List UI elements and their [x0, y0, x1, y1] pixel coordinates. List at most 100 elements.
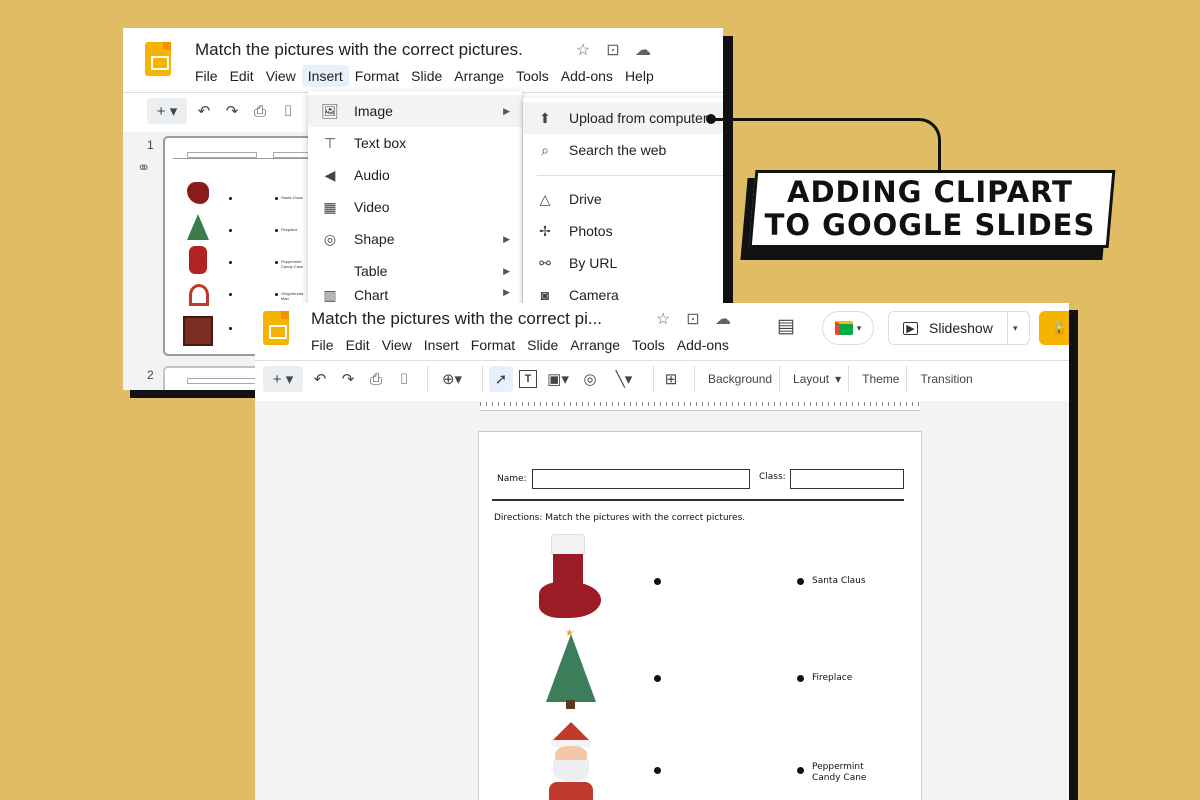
- doc-title[interactable]: Match the pictures with the correct pict…: [195, 40, 523, 60]
- meet-icon: [834, 321, 853, 335]
- transition-button[interactable]: Transition: [913, 366, 979, 392]
- divider: [255, 360, 1069, 361]
- submenu-photos[interactable]: ✢ Photos: [523, 215, 723, 247]
- star-icon[interactable]: ☆: [575, 40, 591, 60]
- menu-slide[interactable]: Slide: [521, 334, 564, 356]
- menu-format[interactable]: Format: [349, 65, 405, 87]
- name-field[interactable]: [532, 469, 750, 489]
- upload-icon: ⬆: [539, 109, 551, 126]
- menu-item-image[interactable]: 🖼 Image ▶: [308, 95, 522, 127]
- photos-icon: ✢: [539, 222, 551, 239]
- print-icon[interactable]: ⎙: [365, 366, 387, 392]
- link-chain-icon: ⚭: [137, 160, 151, 177]
- menu-edit[interactable]: Edit: [224, 65, 260, 87]
- star-icon[interactable]: ☆: [655, 309, 671, 329]
- paint-format-icon[interactable]: ⌷: [277, 98, 299, 124]
- christmas-tree-clipart[interactable]: ★: [545, 628, 597, 710]
- slideshow-button[interactable]: ▶ Slideshow ▾: [888, 311, 1030, 345]
- background-button[interactable]: Background: [701, 366, 781, 392]
- menu-item-shape[interactable]: ◎ Shape ▶: [308, 223, 522, 255]
- menu-tools[interactable]: Tools: [510, 65, 555, 87]
- print-icon[interactable]: ⎙: [249, 98, 271, 124]
- add-comment-icon[interactable]: ⊞: [660, 366, 682, 392]
- share-button[interactable]: 🔒: [1039, 311, 1069, 345]
- cloud-status-icon[interactable]: ☁: [715, 309, 731, 329]
- drive-icon: △: [539, 190, 551, 207]
- menu-item-table[interactable]: Table ▶: [308, 255, 522, 287]
- callout-title: ADDING CLIPART TO GOOGLE SLIDES: [760, 176, 1100, 242]
- match-dot-left[interactable]: [654, 767, 661, 774]
- comments-icon[interactable]: ▤: [777, 315, 795, 338]
- slides-logo-icon[interactable]: [263, 311, 289, 345]
- image-icon[interactable]: ▣▾: [543, 366, 573, 392]
- move-folder-icon[interactable]: ⊡: [605, 40, 621, 60]
- redo-icon[interactable]: ↷: [221, 98, 243, 124]
- toolbar-divider: [427, 366, 428, 392]
- new-slide-button[interactable]: + ▾: [263, 366, 303, 392]
- menu-item-video[interactable]: ▦ Video: [308, 191, 522, 223]
- match-dot-left[interactable]: [654, 675, 661, 682]
- match-dot-right[interactable]: [797, 767, 804, 774]
- horizontal-ruler[interactable]: [480, 398, 920, 411]
- undo-icon[interactable]: ↶: [193, 98, 215, 124]
- new-slide-button[interactable]: + ▾: [147, 98, 187, 124]
- select-cursor-icon[interactable]: ➚: [489, 366, 513, 392]
- cloud-status-icon[interactable]: ☁: [635, 40, 651, 60]
- callout-connector-dot: [706, 114, 716, 124]
- menu-arrange[interactable]: Arrange: [448, 65, 510, 87]
- theme-button[interactable]: Theme: [855, 366, 908, 392]
- textbox-icon: ⊤: [323, 134, 337, 151]
- menu-arrange[interactable]: Arrange: [564, 334, 626, 356]
- menu-tools[interactable]: Tools: [626, 334, 671, 356]
- callout-line-1: ADDING CLIPART: [787, 175, 1073, 209]
- menu-edit[interactable]: Edit: [340, 334, 376, 356]
- textbox-icon[interactable]: T: [519, 370, 537, 388]
- slides-logo-icon[interactable]: [145, 42, 171, 76]
- submenu-search-the-web[interactable]: ⌕ Search the web: [523, 134, 723, 166]
- zoom-icon[interactable]: ⊕▾: [434, 366, 470, 392]
- slide-number: 1: [147, 138, 154, 152]
- submenu-separator: [537, 175, 723, 176]
- submenu-drive[interactable]: △ Drive: [523, 183, 723, 215]
- menu-help[interactable]: Help: [619, 65, 660, 87]
- doc-title-front[interactable]: Match the pictures with the correct pi..…: [311, 309, 602, 329]
- line-icon[interactable]: ╲▾: [607, 366, 641, 392]
- match-dot-left[interactable]: [654, 578, 661, 585]
- paint-format-icon[interactable]: ⌷: [393, 366, 415, 392]
- stocking-clipart[interactable]: [539, 534, 609, 620]
- name-label: Name:: [497, 474, 527, 484]
- meet-button[interactable]: ▾: [822, 311, 874, 345]
- menu-view[interactable]: View: [260, 65, 302, 87]
- menu-format[interactable]: Format: [465, 334, 521, 356]
- match-dot-right[interactable]: [797, 675, 804, 682]
- menu-addons[interactable]: Add-ons: [555, 65, 619, 87]
- chevron-down-icon[interactable]: ▾: [1013, 323, 1018, 334]
- mini-label: Peppermint Candy Cane: [281, 259, 304, 269]
- layout-button[interactable]: Layout ▾: [786, 366, 850, 392]
- link-icon: ⚯: [539, 254, 551, 271]
- mini-label: Fireplace: [281, 227, 298, 232]
- submenu-upload-from-computer[interactable]: ⬆ Upload from computer: [523, 102, 723, 134]
- match-dot-right[interactable]: [797, 578, 804, 585]
- redo-icon[interactable]: ↷: [337, 366, 359, 392]
- class-field[interactable]: [790, 469, 904, 489]
- slide-canvas[interactable]: Name: Class: Directions: Match the pictu…: [478, 431, 922, 800]
- menu-item-audio[interactable]: ◀ Audio: [308, 159, 522, 191]
- submenu-by-url[interactable]: ⚯ By URL: [523, 247, 723, 279]
- menu-file[interactable]: File: [189, 65, 224, 87]
- menu-item-text-box[interactable]: ⊤ Text box: [308, 127, 522, 159]
- menu-insert[interactable]: Insert: [418, 334, 465, 356]
- answer-label: Candy Cane: [812, 773, 867, 783]
- menu-file[interactable]: File: [305, 334, 340, 356]
- menu-addons[interactable]: Add-ons: [671, 334, 735, 356]
- callout-connector: [713, 118, 941, 170]
- menu-insert[interactable]: Insert: [301, 65, 349, 87]
- santa-clipart[interactable]: [541, 722, 601, 800]
- front-window: Match the pictures with the correct pi..…: [255, 303, 1069, 800]
- move-folder-icon[interactable]: ⊡: [685, 309, 701, 329]
- undo-icon[interactable]: ↶: [309, 366, 331, 392]
- shape-icon[interactable]: ◎: [579, 366, 601, 392]
- menu-view[interactable]: View: [376, 334, 418, 356]
- menu-slide[interactable]: Slide: [405, 65, 448, 87]
- submenu-camera[interactable]: ◙ Camera: [523, 279, 723, 306]
